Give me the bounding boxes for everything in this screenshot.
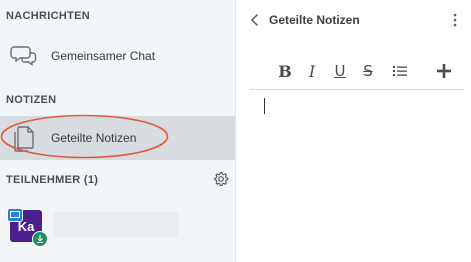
chat-bubbles-icon <box>10 46 37 66</box>
participant-row[interactable]: Ka <box>0 205 235 249</box>
gear-icon[interactable] <box>213 171 229 187</box>
list-button[interactable] <box>390 60 410 82</box>
shared-notes-label: Geteilte Notizen <box>51 131 137 145</box>
chevron-left-icon[interactable] <box>248 12 262 28</box>
toolbar-divider <box>250 89 464 90</box>
strikethrough-button[interactable]: S <box>358 60 378 82</box>
participants-section-header: TEILNEHMER (1) <box>6 174 99 186</box>
messages-section-header: NACHRICHTEN <box>6 10 90 22</box>
add-button[interactable] <box>434 60 454 82</box>
bold-button[interactable]: B <box>275 60 295 82</box>
sidebar-item-shared-notes[interactable]: Geteilte Notizen <box>0 116 235 160</box>
participant-name-placeholder <box>54 212 178 238</box>
editor-toolbar: B I U S <box>236 60 471 86</box>
list-icon <box>393 66 407 76</box>
notes-section-header: NOTIZEN <box>6 94 57 106</box>
kebab-menu-icon[interactable] <box>452 12 458 28</box>
presenter-badge-icon <box>7 208 23 222</box>
notes-editor[interactable] <box>250 92 464 257</box>
moderator-badge-icon <box>32 231 48 247</box>
shared-chat-label: Gemeinsamer Chat <box>51 49 156 63</box>
sidebar-item-shared-chat[interactable]: Gemeinsamer Chat <box>0 34 235 78</box>
plus-icon <box>437 64 451 78</box>
shared-notes-panel: Geteilte Notizen B I U S <box>236 0 471 262</box>
italic-button[interactable]: I <box>302 60 322 82</box>
sidebar: NACHRICHTEN Gemeinsamer Chat NOTIZEN Get… <box>0 0 236 262</box>
documents-icon <box>14 126 34 152</box>
panel-title: Geteilte Notizen <box>269 13 360 27</box>
panel-header: Geteilte Notizen <box>236 0 471 40</box>
underline-button[interactable]: U <box>330 60 350 82</box>
text-caret <box>264 98 265 114</box>
